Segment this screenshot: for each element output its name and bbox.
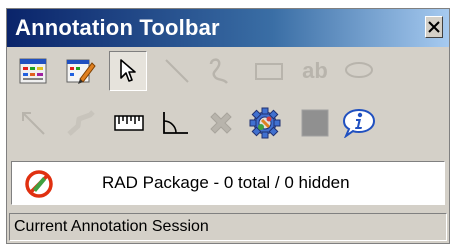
close-button[interactable]: [425, 16, 443, 38]
rectangle-tool-icon: [255, 63, 283, 80]
line-tool-icon: [165, 59, 189, 83]
freehand-tool-icon: [209, 58, 228, 84]
polyline-tool-button[interactable]: [63, 105, 99, 141]
arrow-tool-icon: [22, 112, 45, 135]
session-status-bar: Current Annotation Session: [9, 213, 447, 241]
ruler-tool-button[interactable]: [111, 105, 147, 141]
text-tool-icon: ab: [302, 58, 328, 83]
edit-annotation-button[interactable]: [63, 53, 99, 89]
line-tool-button[interactable]: [159, 53, 195, 89]
select-pointer-button[interactable]: [109, 51, 147, 91]
angle-tool-button[interactable]: [157, 105, 193, 141]
rectangle-tool-button[interactable]: [251, 53, 287, 89]
text-tool-button[interactable]: ab: [297, 53, 333, 89]
ellipse-tool-button[interactable]: [341, 53, 377, 89]
fill-color-button[interactable]: [297, 105, 333, 141]
ellipse-tool-icon: [345, 62, 373, 78]
session-label: Current Annotation Session: [14, 218, 209, 235]
no-edit-icon: [25, 170, 53, 198]
close-icon: [428, 21, 440, 33]
package-status-panel: RAD Package - 0 total / 0 hidden: [11, 161, 445, 205]
select-pointer-icon: [120, 59, 136, 82]
delete-annotation-icon: [210, 112, 232, 134]
title-bar[interactable]: Annotation Toolbar: [7, 9, 449, 47]
angle-tool-icon: [163, 112, 188, 134]
edit-annotation-icon: [66, 59, 96, 84]
annotation-list-icon: [19, 58, 47, 84]
arrow-tool-button[interactable]: [15, 105, 51, 141]
settings-gear-icon: [249, 107, 281, 139]
annotation-list-button[interactable]: [15, 53, 51, 89]
polyline-tool-icon: [67, 110, 95, 136]
window-title: Annotation Toolbar: [15, 15, 220, 40]
tool-palette: ab: [7, 49, 449, 155]
ruler-tool-icon: [114, 115, 144, 131]
fill-color-icon: [301, 109, 329, 137]
info-icon: [342, 108, 376, 138]
info-button[interactable]: [341, 105, 377, 141]
settings-button[interactable]: [247, 105, 283, 141]
freehand-tool-button[interactable]: [201, 53, 237, 89]
package-status-text: RAD Package - 0 total / 0 hidden: [102, 173, 350, 192]
delete-annotation-button[interactable]: [203, 105, 239, 141]
annotation-toolbar-window: Annotation Toolbar ab RAD Package - 0 to…: [6, 8, 450, 244]
